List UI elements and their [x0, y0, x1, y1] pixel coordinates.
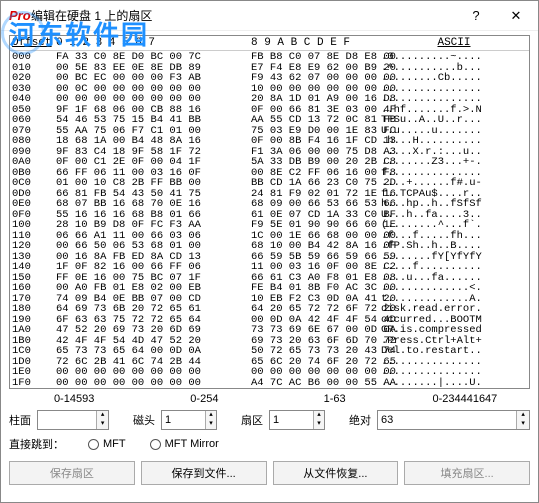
- head-field[interactable]: ▴▾: [161, 410, 217, 430]
- hex-row[interactable]: 1401F 0F 82 16 00 66 FF 0611 00 03 16 0F…: [12, 262, 527, 273]
- help-button[interactable]: ?: [456, 2, 496, 30]
- hex-editor[interactable]: Offset 0 1 2 3 4 5 6 7 8 9 A B C D E F A…: [9, 35, 530, 389]
- range-sect: 1-63: [270, 393, 400, 405]
- radio-mftm-label: MFT Mirror: [165, 438, 219, 450]
- cyl-field[interactable]: ▴▾: [37, 410, 109, 430]
- label-cyl: 柱面: [9, 412, 31, 428]
- hex-row[interactable]: 06054 46 53 75 15 B4 41 BBAA 55 CD 13 72…: [12, 115, 527, 126]
- radio-mft[interactable]: MFT: [88, 438, 126, 450]
- abs-input[interactable]: [378, 414, 516, 426]
- head-spinner[interactable]: ▴▾: [205, 411, 216, 429]
- head-input[interactable]: [162, 414, 205, 426]
- header-hex2: 8 9 A B C D E F: [251, 37, 381, 49]
- radio-mft-mirror[interactable]: MFT Mirror: [150, 438, 219, 450]
- range-head: 0-254: [139, 393, 269, 405]
- hex-row[interactable]: 0C001 00 10 C8 2B FF BB 00BB CD 1A 66 23…: [12, 178, 527, 189]
- hex-row[interactable]: 1F000 00 00 00 00 00 00 00A4 7C AC B6 00…: [12, 378, 527, 389]
- header-offset: Offset: [12, 37, 56, 49]
- sect-spinner[interactable]: ▴▾: [313, 411, 324, 429]
- header-ascii: ASCII: [381, 37, 527, 49]
- save-to-file-button[interactable]: 保存到文件...: [141, 461, 267, 485]
- hex-header: Offset 0 1 2 3 4 5 6 7 8 9 A B C D E F A…: [10, 36, 529, 51]
- close-button[interactable]: ✕: [496, 2, 536, 30]
- cyl-input[interactable]: [38, 414, 96, 426]
- hex-row[interactable]: 000FA 33 C0 8E D0 BC 00 7CFB B8 C0 07 8E…: [12, 52, 527, 63]
- header-hex1: 0 1 2 3 4 5 6 7: [56, 37, 251, 49]
- hex-row[interactable]: 10028 10 B9 D8 0F FC F3 AAF9 5E 01 90 90…: [12, 220, 527, 231]
- hex-row[interactable]: 02000 BC EC 00 00 00 F3 ABF9 43 62 07 00…: [12, 73, 527, 84]
- radio-mft-label: MFT: [103, 438, 126, 450]
- restore-from-file-button[interactable]: 从文件恢复...: [273, 461, 399, 485]
- hex-row[interactable]: 18064 69 73 6B 20 72 65 6164 20 65 72 72…: [12, 304, 527, 315]
- window-title: 编辑在硬盘 1 上的扇区: [31, 7, 456, 24]
- sect-input[interactable]: [270, 414, 313, 426]
- label-head: 磁头: [133, 412, 155, 428]
- hex-row[interactable]: 1C065 73 73 65 64 00 0D 0A50 72 65 73 73…: [12, 346, 527, 357]
- hex-body[interactable]: 000FA 33 C0 8E D0 BC 00 7CFB B8 C0 07 8E…: [10, 51, 529, 388]
- save-sector-button[interactable]: 保存扇区: [9, 461, 135, 485]
- cyl-spinner[interactable]: ▴▾: [96, 411, 108, 429]
- app-icon: Pro: [9, 8, 25, 24]
- abs-spinner[interactable]: ▴▾: [516, 411, 529, 429]
- hex-row[interactable]: 0E068 07 BB 16 68 70 0E 1668 09 00 66 53…: [12, 199, 527, 210]
- fill-sector-button[interactable]: 填充扇区...: [404, 461, 530, 485]
- radio-dot-icon: [150, 439, 161, 450]
- hex-row[interactable]: 12000 66 50 06 53 68 01 0068 10 00 B4 42…: [12, 241, 527, 252]
- hex-row[interactable]: 1E000 00 00 00 00 00 00 0000 00 00 00 00…: [12, 367, 527, 378]
- label-abs: 绝对: [349, 412, 371, 428]
- hex-row[interactable]: 0A00F 00 C1 2E 0F 00 04 1F5A 33 DB B9 00…: [12, 157, 527, 168]
- hex-row[interactable]: 16000 A0 FB 01 E8 02 00 EBFE B4 01 8B F0…: [12, 283, 527, 294]
- label-jump: 直接跳到：: [9, 436, 64, 452]
- radio-dot-icon: [88, 439, 99, 450]
- sect-field[interactable]: ▴▾: [269, 410, 325, 430]
- range-cyl: 0-14593: [9, 393, 139, 405]
- label-sect: 扇区: [241, 412, 263, 428]
- range-abs: 0-234441647: [400, 393, 530, 405]
- hex-row[interactable]: 1A047 52 20 69 73 20 6D 6973 73 69 6E 67…: [12, 325, 527, 336]
- range-labels: 0-14593 0-254 1-63 0-234441647: [9, 391, 530, 407]
- hex-row[interactable]: 04000 00 00 00 00 00 00 0020 8A 1D 01 A9…: [12, 94, 527, 105]
- hex-row[interactable]: 08018 68 1A 00 B4 48 8A 160F 00 8B F4 16…: [12, 136, 527, 147]
- abs-field[interactable]: ▴▾: [377, 410, 530, 430]
